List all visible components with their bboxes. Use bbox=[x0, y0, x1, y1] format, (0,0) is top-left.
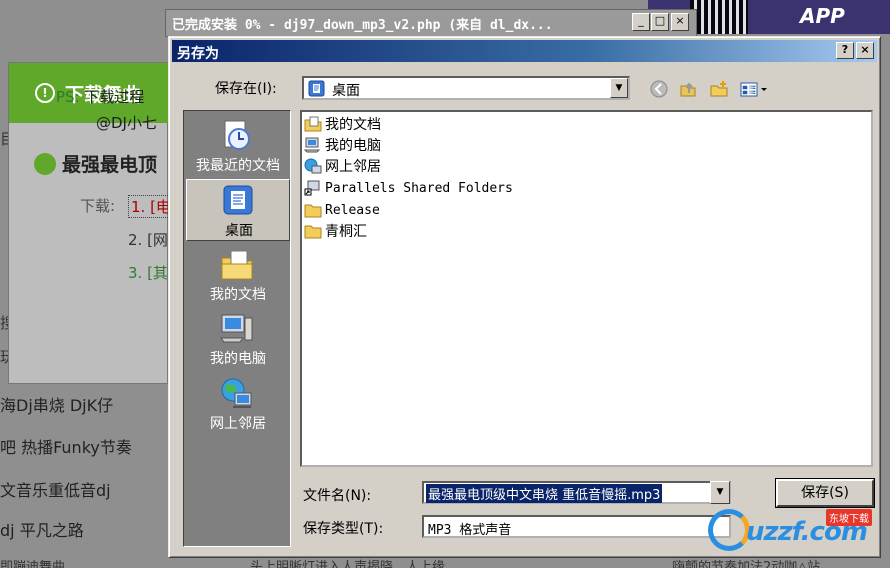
bottom-text-left: 即蹦迪舞曲 bbox=[0, 560, 66, 568]
file-item-label: Release bbox=[325, 202, 380, 218]
file-item-label: Parallels Shared Folders bbox=[325, 180, 513, 196]
watermark-logo-icon bbox=[708, 509, 750, 551]
dialog-title: 另存为 bbox=[177, 46, 219, 62]
ps-tag: PS: bbox=[56, 88, 80, 106]
place-desktop-label: 桌面 bbox=[225, 223, 253, 239]
progress-window-title: 已完成安装 0% - dj97_down_mp3_v2.php (来自 dl_d… bbox=[172, 18, 553, 33]
song-list-item[interactable]: 文音乐重低音dj bbox=[0, 477, 111, 501]
song-heading: 最强最电顶 bbox=[34, 150, 157, 177]
ps-note: PS: 下载过程 bbox=[56, 86, 144, 107]
filename-input[interactable]: 最强最电顶级中文串烧 重低音慢摇.mp3 bbox=[422, 481, 731, 504]
my-computer-icon bbox=[220, 314, 253, 343]
download-label: 下载: bbox=[80, 197, 116, 215]
save-in-dropdown[interactable]: 桌面 ▼ bbox=[302, 76, 630, 100]
desktop-icon bbox=[308, 80, 325, 97]
recent-documents-icon bbox=[224, 120, 250, 150]
minimize-button[interactable]: _ bbox=[632, 13, 650, 31]
song-list-item[interactable]: dj 平凡之路 bbox=[0, 517, 84, 541]
chevron-down-icon[interactable]: ▼ bbox=[610, 78, 628, 98]
ps-text: 下载过程 bbox=[84, 88, 145, 106]
site-watermark: uzzf.com 东坡下载 bbox=[706, 503, 886, 557]
save-in-label: 保存在(I): bbox=[215, 81, 277, 97]
file-item-release[interactable]: Release bbox=[304, 200, 380, 220]
filename-label: 文件名(N): bbox=[303, 488, 372, 504]
up-folder-icon[interactable] bbox=[678, 79, 698, 99]
exclamation-icon: ! bbox=[35, 83, 55, 103]
filename-history-dropdown[interactable]: ▼ bbox=[710, 481, 730, 504]
place-recent-label: 我最近的文档 bbox=[196, 158, 280, 174]
download-link-3[interactable]: 3. [其 bbox=[128, 262, 168, 283]
song-list-item[interactable]: 海Dj串烧 DjK仔 bbox=[0, 392, 113, 416]
filetype-value: MP3 格式声音 bbox=[428, 523, 512, 538]
place-network-label: 网上邻居 bbox=[210, 416, 266, 432]
folder-icon bbox=[304, 204, 322, 218]
file-item-label: 网上邻居 bbox=[325, 159, 381, 175]
place-my-documents[interactable]: 我的文档 bbox=[186, 244, 290, 306]
file-item-parallels[interactable]: Parallels Shared Folders bbox=[304, 178, 513, 198]
download-panel: ! 下载舞曲 bbox=[8, 62, 169, 384]
save-in-value: 桌面 bbox=[332, 83, 360, 99]
music-icon bbox=[34, 152, 56, 175]
song-title: 最强最电顶 bbox=[62, 154, 158, 176]
dialog-titlebar[interactable]: 另存为 ? × bbox=[172, 40, 877, 62]
help-button[interactable]: ? bbox=[836, 42, 854, 59]
filetype-label: 保存类型(T): bbox=[303, 521, 384, 537]
dialog-close-button[interactable]: × bbox=[856, 42, 874, 59]
places-bar: 我最近的文档 桌面 我的文档 我的电脑 网上邻居 bbox=[183, 110, 291, 547]
file-item-label: 青桐汇 bbox=[325, 224, 367, 240]
place-network[interactable]: 网上邻居 bbox=[186, 373, 290, 435]
close-button[interactable]: × bbox=[671, 13, 689, 31]
filetype-dropdown[interactable]: MP3 格式声音 bbox=[422, 515, 731, 538]
folder-icon bbox=[304, 225, 322, 239]
song-list-item[interactable]: 吧 热播Funky节奏 bbox=[0, 434, 132, 458]
my-documents-icon bbox=[304, 116, 322, 132]
save-as-dialog: 另存为 ? × 保存在(I): 桌面 ▼ 我最近的文档 桌面 我的文档 我的电脑… bbox=[168, 36, 881, 558]
download-link-2[interactable]: 2. [网 bbox=[128, 229, 168, 250]
new-folder-icon[interactable] bbox=[709, 79, 729, 99]
place-desktop[interactable]: 桌面 bbox=[186, 179, 290, 241]
file-item-network[interactable]: 网上邻居 bbox=[304, 156, 381, 176]
file-list[interactable]: 我的文档 我的电脑 网上邻居 Parallels Shared Folders … bbox=[300, 110, 873, 467]
maximize-button[interactable]: □ bbox=[651, 13, 669, 31]
my-documents-icon bbox=[221, 250, 253, 280]
file-item-label: 我的文档 bbox=[325, 117, 381, 133]
download-progress-window: 已完成安装 0% - dj97_down_mp3_v2.php (来自 dl_d… bbox=[165, 9, 697, 37]
file-item-my-documents[interactable]: 我的文档 bbox=[304, 114, 381, 134]
place-my-computer-label: 我的电脑 bbox=[210, 351, 266, 367]
shortcut-icon bbox=[304, 180, 320, 196]
my-computer-icon bbox=[304, 137, 321, 153]
watermark-badge: 东坡下载 bbox=[826, 509, 872, 526]
file-item-qingtonghui[interactable]: 青桐汇 bbox=[304, 221, 367, 241]
place-my-computer[interactable]: 我的电脑 bbox=[186, 308, 290, 370]
file-item-my-computer[interactable]: 我的电脑 bbox=[304, 135, 381, 155]
file-item-label: 我的电脑 bbox=[325, 138, 381, 154]
desktop-icon bbox=[223, 185, 253, 215]
network-icon bbox=[221, 378, 252, 408]
qr-code-image bbox=[690, 0, 748, 34]
view-menu-icon[interactable] bbox=[739, 79, 771, 99]
back-icon[interactable] bbox=[649, 79, 669, 99]
place-recent[interactable]: 我最近的文档 bbox=[186, 115, 290, 177]
network-icon bbox=[304, 158, 322, 174]
ad-text: APP bbox=[800, 4, 845, 28]
author-text: @DJ小七 bbox=[96, 114, 157, 132]
place-my-documents-label: 我的文档 bbox=[210, 287, 266, 303]
filename-value: 最强最电顶级中文串烧 重低音慢摇.mp3 bbox=[426, 484, 663, 503]
